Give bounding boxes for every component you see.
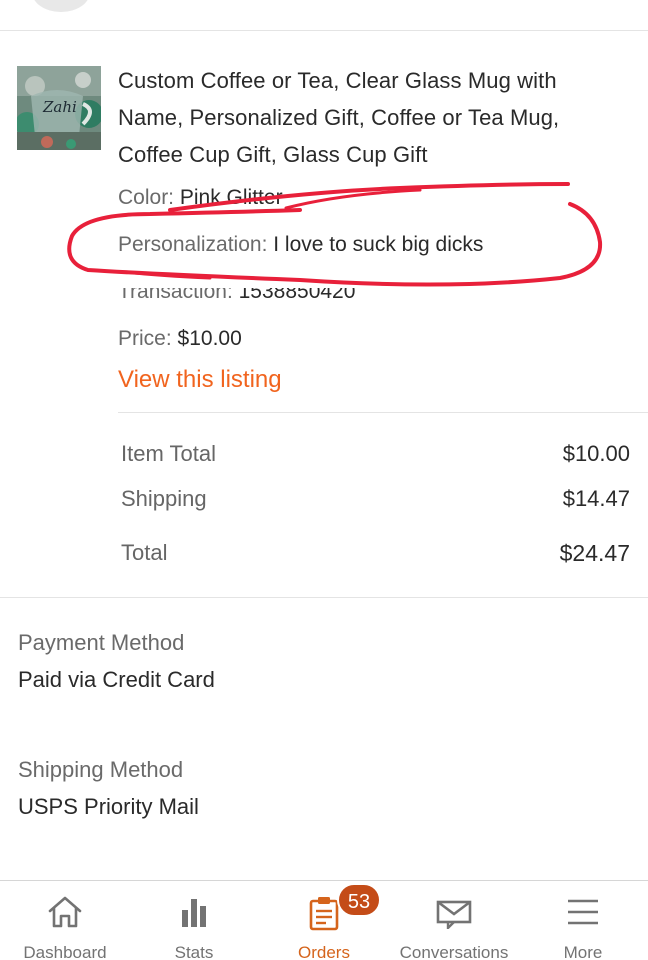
item-total-label: Item Total (121, 441, 216, 466)
avatar (32, 0, 90, 12)
personalization-label: Personalization: (118, 233, 268, 256)
color-field: Color: Pink Glitter (118, 184, 283, 212)
shipping-label: Shipping (121, 486, 207, 511)
total-row: Total $24.47 (121, 540, 630, 567)
total-value: $24.47 (559, 540, 630, 566)
tab-dashboard[interactable]: Dashboard (0, 881, 130, 960)
personalization-field: Personalization: I love to suck big dick… (118, 231, 483, 259)
shipping-row: Shipping $14.47 (121, 486, 630, 512)
mug-photo: Zahi (17, 66, 101, 150)
personalization-value: I love to suck big dicks (273, 233, 484, 256)
tab-more[interactable]: More (518, 881, 648, 960)
divider (118, 412, 648, 413)
view-listing-link[interactable]: View this listing (118, 366, 282, 394)
svg-text:Zahi: Zahi (42, 98, 77, 116)
transaction-field: Transaction: 1538850420 (118, 280, 356, 306)
price-label: Price: (118, 327, 172, 350)
bar-chart-icon (182, 899, 206, 927)
envelope-icon (436, 900, 472, 929)
tab-dashboard-label: Dashboard (23, 943, 107, 960)
tab-conversations-label: Conversations (399, 943, 509, 960)
transaction-value: 1538850420 (238, 280, 356, 303)
shipping-method-label: Shipping Method (18, 757, 184, 782)
shipping-method-value: USPS Priority Mail (18, 794, 199, 819)
tab-orders-label: Orders (298, 943, 350, 960)
item-thumbnail[interactable]: Zahi (17, 66, 101, 150)
tab-conversations[interactable]: Conversations (389, 881, 519, 960)
payment-method-label: Payment Method (18, 630, 185, 655)
bottom-tab-bar: Dashboard Stats Orders Conversations Mor… (0, 880, 648, 960)
transaction-label: Transaction: (118, 280, 233, 303)
tab-more-label: More (563, 943, 603, 960)
divider (0, 597, 648, 598)
payment-method-value: Paid via Credit Card (18, 667, 215, 692)
tab-stats-label: Stats (174, 943, 214, 960)
menu-icon (568, 899, 598, 925)
item-total-value: $10.00 (562, 441, 630, 466)
color-value: Pink Glitter (179, 186, 283, 209)
tab-stats[interactable]: Stats (129, 881, 259, 960)
color-label: Color: (118, 186, 175, 209)
shipping-value: $14.47 (562, 486, 630, 511)
total-label: Total (121, 540, 168, 565)
divider (0, 30, 648, 31)
orders-count-badge: 53 (337, 883, 381, 917)
home-icon (48, 896, 82, 928)
price-value: $10.00 (177, 327, 242, 350)
item-total-row: Item Total $10.00 (121, 441, 630, 467)
price-field: Price: $10.00 (118, 325, 242, 353)
item-title[interactable]: Custom Coffee or Tea, Clear Glass Mug wi… (118, 62, 588, 173)
